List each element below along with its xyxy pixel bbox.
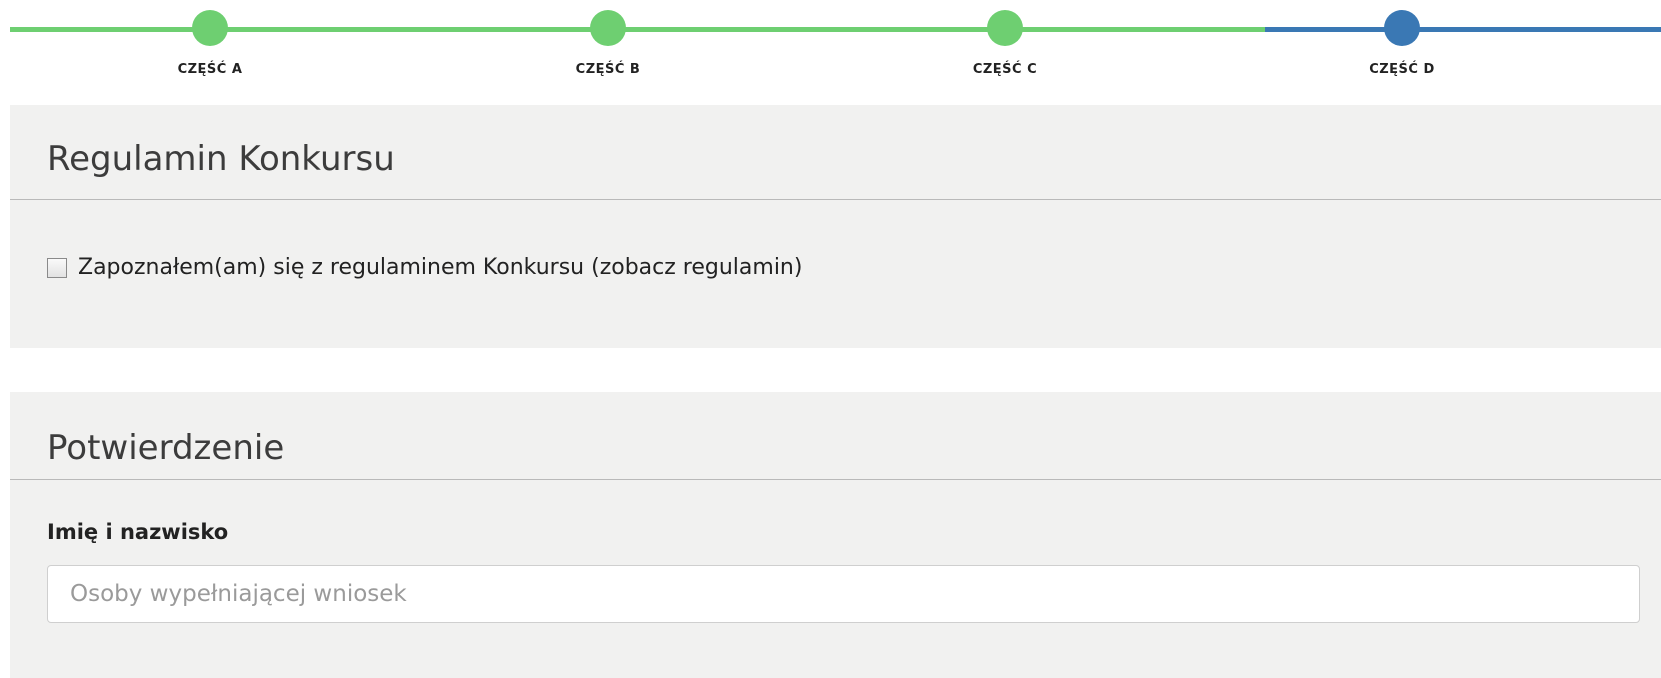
full-name-input[interactable] [47, 565, 1640, 623]
step-b-label: CZĘŚĆ B [575, 62, 641, 77]
step-c[interactable]: CZĘŚĆ C [905, 10, 1105, 77]
confirmation-panel: Potwierdzenie Imię i nazwisko [10, 392, 1661, 678]
step-a-label: CZĘŚĆ A [177, 62, 243, 77]
step-b[interactable]: CZĘŚĆ B [508, 10, 708, 77]
rules-acceptance-row[interactable]: Zapoznałem(am) się z regulaminem Konkurs… [47, 255, 802, 280]
step-c-label: CZĘŚĆ C [972, 62, 1038, 77]
rules-section-title: Regulamin Konkursu [10, 105, 1661, 200]
rules-acceptance-label[interactable]: Zapoznałem(am) się z regulaminem Konkurs… [78, 255, 802, 280]
step-a-indicator [192, 10, 228, 46]
step-d[interactable]: CZĘŚĆ D [1302, 10, 1502, 77]
confirmation-section-title: Potwierdzenie [10, 392, 1661, 480]
step-d-label: CZĘŚĆ D [1369, 62, 1435, 77]
step-c-indicator [987, 10, 1023, 46]
rules-panel: Regulamin Konkursu Zapoznałem(am) się z … [10, 105, 1661, 348]
rules-acceptance-checkbox[interactable] [47, 257, 67, 278]
step-d-indicator [1384, 10, 1420, 46]
progress-stepper: CZĘŚĆ A CZĘŚĆ B CZĘŚĆ C CZĘŚĆ D [10, 0, 1661, 105]
step-b-indicator [590, 10, 626, 46]
full-name-label: Imię i nazwisko [47, 520, 229, 544]
step-a[interactable]: CZĘŚĆ A [110, 10, 310, 77]
